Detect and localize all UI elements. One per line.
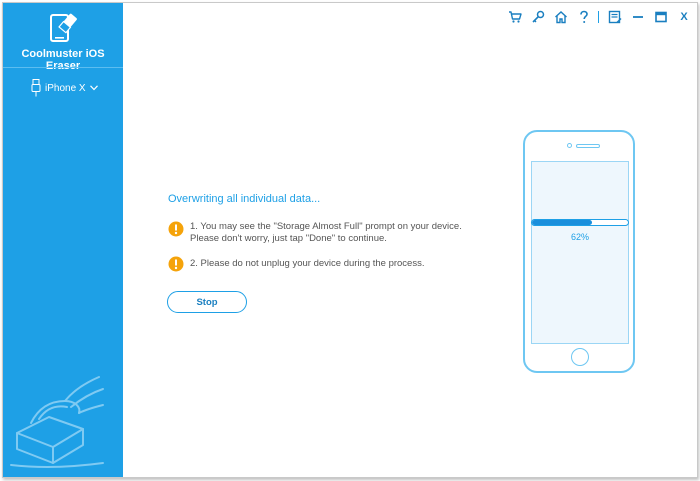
sidebar: Coolmuster iOS Eraser iPhone X	[3, 3, 123, 477]
progress-bar-fill	[532, 220, 592, 225]
warning-1-line-1: 1. You may see the "Storage Almost Full"…	[190, 221, 462, 232]
chevron-down-icon	[89, 85, 98, 91]
sidebar-divider	[3, 67, 123, 68]
status-text: Overwriting all individual data...	[168, 193, 321, 205]
phone-screen: 62%	[531, 161, 629, 344]
usb-cable-icon	[31, 79, 41, 97]
warning-item-1: 1. You may see the "Storage Almost Full"…	[168, 221, 462, 245]
cart-icon	[509, 11, 522, 23]
minimize-button[interactable]	[631, 10, 645, 24]
app-window: Coolmuster iOS Eraser iPhone X X Overwri…	[2, 2, 698, 478]
phone-home-button	[571, 348, 589, 366]
home-button[interactable]	[554, 10, 568, 24]
phone-illustration: 62%	[523, 130, 635, 373]
maximize-icon	[655, 11, 667, 23]
title-toolbar: X	[499, 9, 691, 25]
maximize-button[interactable]	[654, 10, 668, 24]
progress-percent: 62%	[570, 232, 589, 242]
eraser-logo-icon	[50, 13, 77, 42]
help-button[interactable]	[577, 10, 591, 24]
warning-2-line-1: 2. Please do not unplug your device duri…	[190, 258, 425, 269]
warning-item-2: 2. Please do not unplug your device duri…	[168, 256, 425, 272]
hand-eraser-illustration-icon	[10, 376, 104, 468]
help-icon	[580, 10, 588, 23]
home-icon	[555, 11, 567, 24]
phone-speaker	[576, 144, 600, 148]
minimize-icon	[633, 16, 643, 18]
phone-camera	[567, 143, 572, 148]
warning-icon	[168, 221, 184, 237]
key-icon	[532, 10, 545, 23]
close-button[interactable]: X	[677, 10, 691, 24]
toolbar-separator	[598, 11, 599, 23]
register-key-button[interactable]	[531, 10, 545, 24]
feedback-button[interactable]	[608, 10, 622, 24]
cart-button[interactable]	[508, 10, 522, 24]
warning-icon	[168, 256, 184, 272]
stop-button[interactable]: Stop	[167, 291, 247, 313]
device-name: iPhone X	[45, 82, 86, 94]
progress-bar	[531, 219, 629, 226]
app-title: Coolmuster iOS Eraser	[21, 48, 105, 72]
warning-1-line-2: Please don't worry, just tap "Done" to c…	[190, 233, 387, 244]
feedback-icon	[608, 10, 622, 24]
device-selector[interactable]: iPhone X	[31, 77, 98, 99]
